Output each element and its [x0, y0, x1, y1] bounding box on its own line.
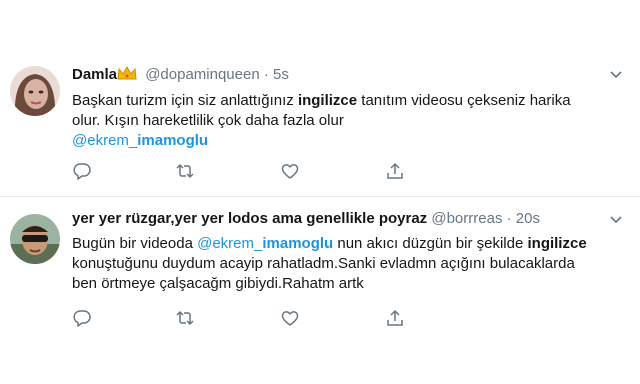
retweet-icon[interactable]	[175, 161, 195, 181]
tweet: yer yer rüzgar,yer yer lodos ama genelli…	[0, 197, 640, 384]
chevron-down-icon[interactable]	[610, 70, 622, 80]
separator-dot: ·	[506, 210, 512, 227]
tweet-line: ben örtmeye çalşacağm gibiydi.Rahatm art…	[72, 275, 364, 292]
like-icon[interactable]	[280, 308, 300, 328]
tweet: Damla @dopaminqueen · 5s Başkan turizm i…	[0, 0, 640, 197]
tweet-line: olur. Kışın hareketlilik çok daha fazla …	[72, 112, 344, 129]
mention-bold: imamoglu	[262, 235, 334, 252]
display-name[interactable]: Damla	[72, 66, 117, 83]
timestamp[interactable]: 5s	[273, 66, 289, 83]
mention-prefix: @ekrem_	[197, 235, 263, 252]
highlighted-term: ingilizce	[527, 235, 587, 252]
timestamp[interactable]: 20s	[516, 210, 540, 227]
reply-icon[interactable]	[72, 161, 92, 181]
tweet-header: Damla @dopaminqueen · 5s	[72, 66, 289, 86]
avatar[interactable]	[10, 66, 60, 116]
display-name[interactable]: yer yer rüzgar,yer yer lodos ama genelli…	[72, 210, 427, 227]
mention-bold: imamoglu	[137, 132, 209, 149]
highlighted-term: ingilizce	[297, 92, 358, 109]
mention-prefix: @ekrem_	[72, 132, 138, 149]
chevron-down-icon[interactable]	[610, 215, 622, 225]
tweet-actions	[72, 161, 422, 181]
tweet-text: Bugün bir videoda @ekrem_imamoglu nun ak…	[72, 234, 632, 294]
tweet-line: konuştuğunu duydum acayip rahatladm.Sank…	[72, 255, 575, 272]
separator-dot: ·	[263, 66, 269, 83]
tweet-line: Bugün bir videoda @ekrem_imamoglu nun ak…	[72, 234, 632, 254]
text-segment: Başkan turizm için siz anlattığınız	[72, 92, 298, 109]
user-handle[interactable]: @dopaminqueen	[145, 66, 259, 83]
mention-link[interactable]: @ekrem_imamoglu	[197, 235, 333, 252]
tweet-line: Başkan turizm için siz anlattığınız ingi…	[72, 91, 632, 111]
share-icon[interactable]	[385, 308, 405, 328]
tweet-header: yer yer rüzgar,yer yer lodos ama genelli…	[72, 210, 540, 230]
retweet-icon[interactable]	[175, 308, 195, 328]
like-icon[interactable]	[280, 161, 300, 181]
share-icon[interactable]	[385, 161, 405, 181]
user-handle[interactable]: @borrreas	[431, 210, 502, 227]
tweet-actions	[72, 308, 422, 328]
text-segment: tanıtım videosu çekseniz harika	[357, 92, 571, 109]
avatar[interactable]	[10, 214, 60, 264]
tweet-text: Başkan turizm için siz anlattığınız ingi…	[72, 91, 632, 151]
crown-emoji-icon	[117, 66, 137, 80]
text-segment: Bugün bir videoda	[72, 235, 198, 252]
mention-link[interactable]: @ekrem_imamoglu	[72, 131, 632, 151]
text-segment: nun akıcı düzgün bir şekilde	[333, 235, 528, 252]
reply-icon[interactable]	[72, 308, 92, 328]
